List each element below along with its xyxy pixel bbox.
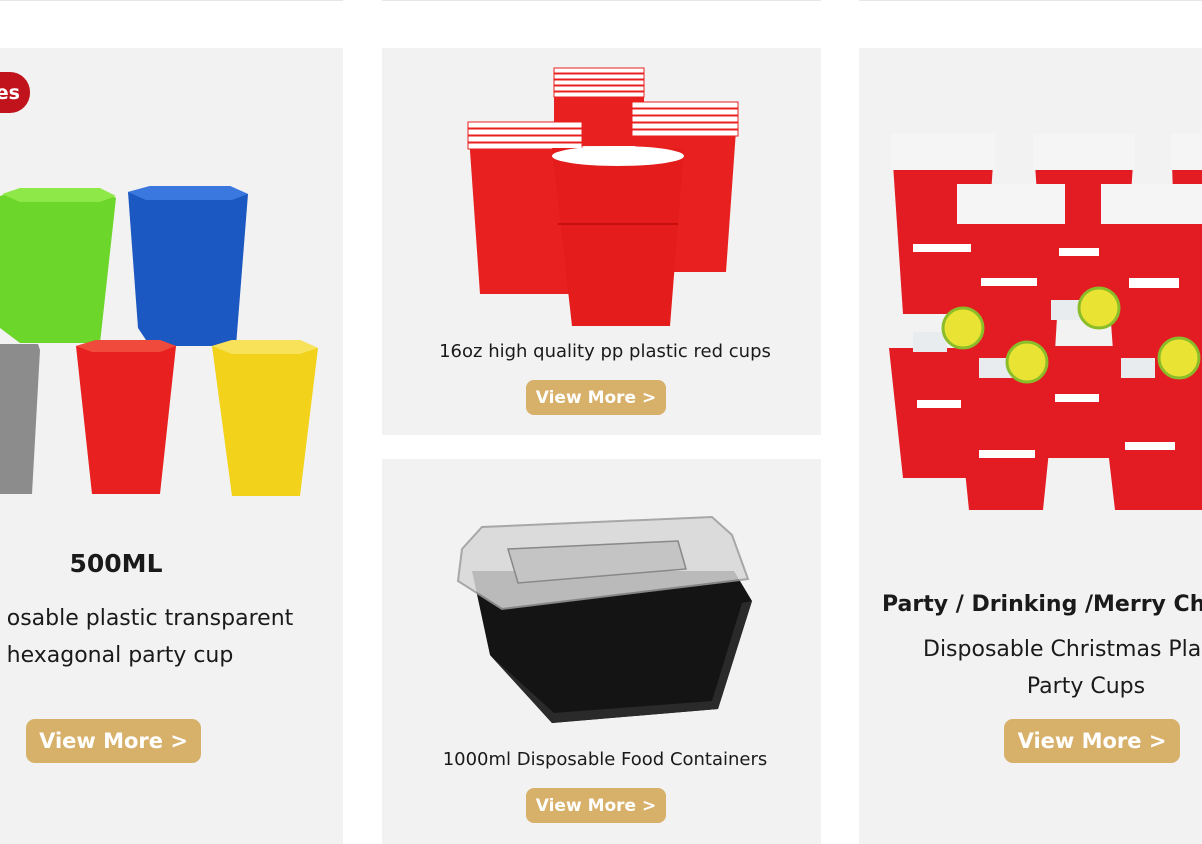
card-top-edge xyxy=(0,0,343,1)
product-title: 1000ml Disposable Food Containers xyxy=(442,749,768,770)
product-description-line: hexagonal party cup xyxy=(6,643,234,668)
view-more-button[interactable]: View More > xyxy=(526,788,666,823)
product-title: 16oz high quality pp plastic red cups xyxy=(439,341,771,362)
product-card-christmas-cups[interactable]: Party / Drinking /Merry Chr Disposable C… xyxy=(859,48,1202,844)
product-description-line: osable plastic transparent xyxy=(6,606,294,631)
christmas-cups-image xyxy=(889,134,1202,510)
sale-badge: es xyxy=(0,72,30,113)
view-more-button[interactable]: View More > xyxy=(26,719,201,763)
view-more-button[interactable]: View More > xyxy=(526,380,666,415)
product-title: Party / Drinking /Merry Chr xyxy=(882,592,1202,617)
product-description-line: Party Cups xyxy=(1026,674,1146,699)
product-description-line: Disposable Christmas Pla xyxy=(923,637,1202,662)
red-cups-image xyxy=(467,67,739,326)
card-top-edge xyxy=(859,0,1202,1)
view-more-button[interactable]: View More > xyxy=(1004,719,1180,763)
product-card-red-cups[interactable]: 16oz high quality pp plastic red cups Vi… xyxy=(382,48,821,435)
card-top-edge xyxy=(382,0,821,1)
product-card-hexagonal-cup[interactable]: es 500ML osable plastic transparent hexa… xyxy=(0,48,343,844)
food-container-image xyxy=(456,515,752,723)
product-card-food-container[interactable]: 1000ml Disposable Food Containers View M… xyxy=(382,459,821,844)
product-title: 500ML xyxy=(69,549,163,578)
